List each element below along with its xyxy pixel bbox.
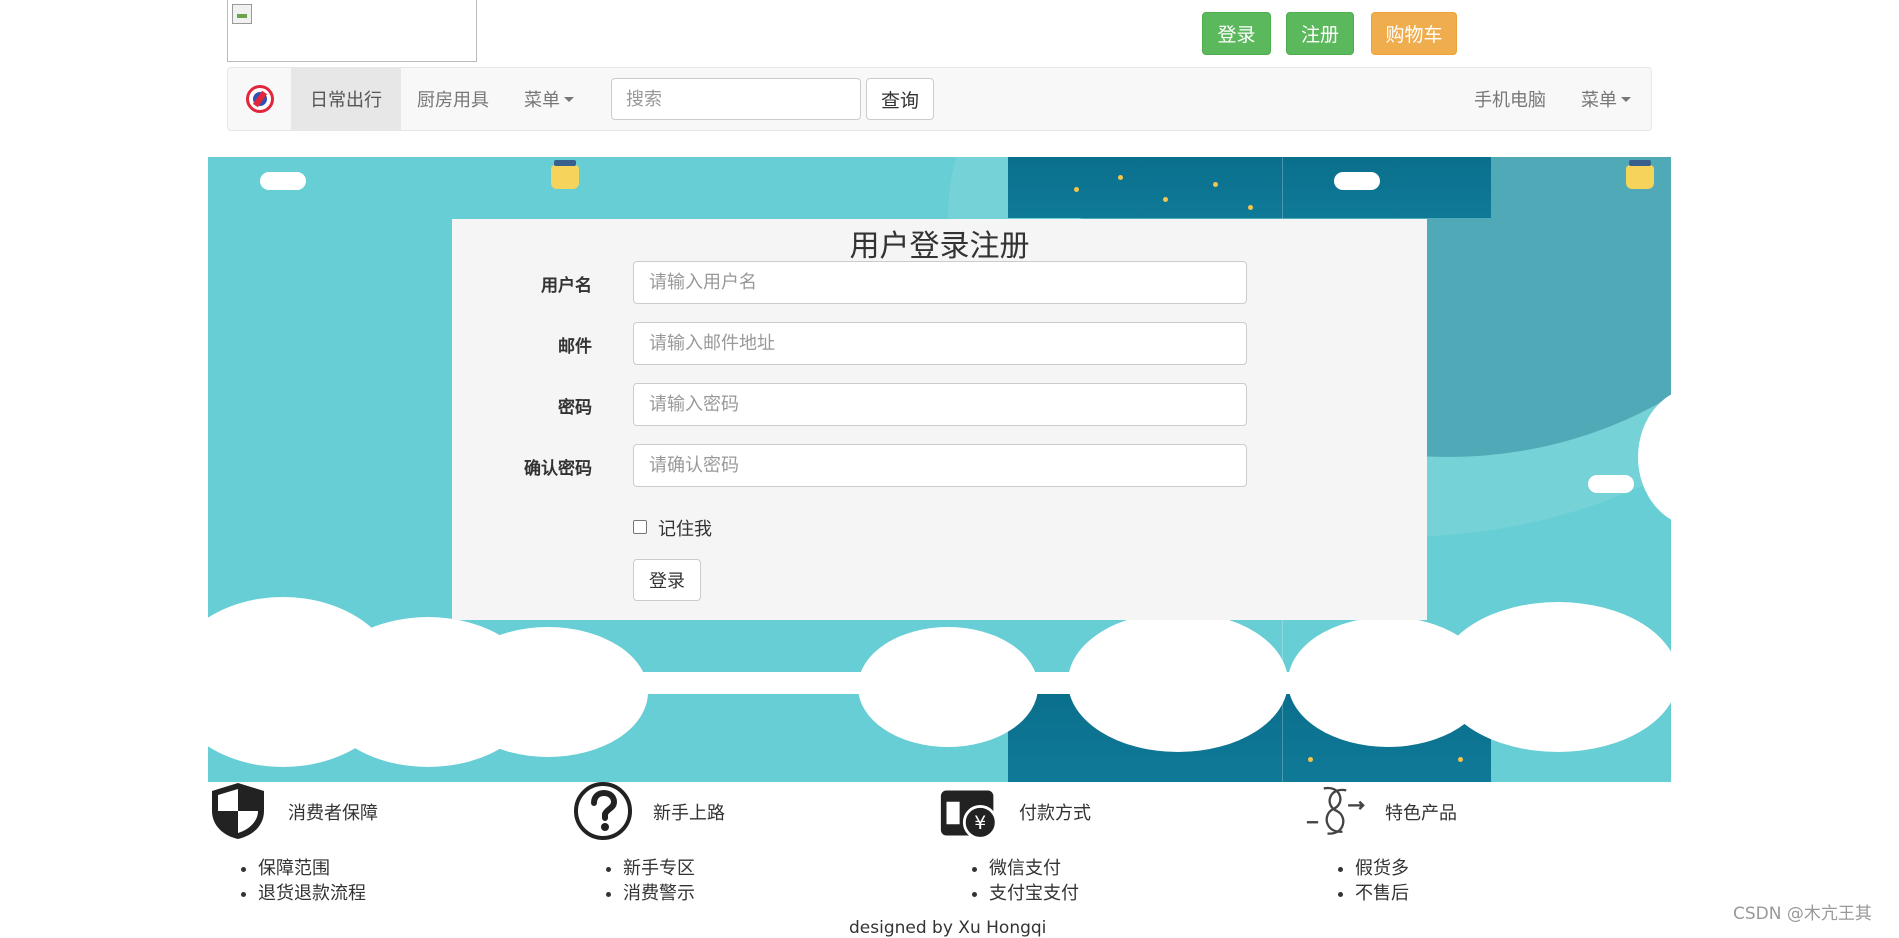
username-label: 用户名 <box>541 276 592 296</box>
shield-icon <box>212 783 264 839</box>
cloud-decoration <box>1588 475 1634 493</box>
star-decoration <box>1163 197 1168 202</box>
search-input[interactable] <box>611 78 861 120</box>
caret-down-icon <box>1621 96 1631 102</box>
nav-dropdown-label: 菜单 <box>524 90 560 111</box>
password-label: 密码 <box>558 398 592 418</box>
footer-list-consumer-protection: 保障范围 退货退款流程 <box>208 856 366 906</box>
watermark-text: CSDN @木亢王其 <box>1733 904 1872 924</box>
navbar: 日常出行 厨房用具 菜单 查询 手机电脑 菜单 <box>227 67 1652 131</box>
designed-by-text: designed by Xu Hongqi <box>849 918 1047 938</box>
star-decoration <box>1308 757 1313 762</box>
cloud-decoration <box>1334 172 1380 190</box>
logo-image[interactable] <box>227 0 477 62</box>
footer-title-beginners: 新手上路 <box>653 803 725 824</box>
special-product-icon <box>1306 786 1365 835</box>
star-decoration <box>1074 187 1079 192</box>
footer-list-special-products: 假货多 不售后 <box>1305 856 1409 906</box>
nav-right-dropdown-label: 菜单 <box>1581 90 1617 111</box>
cart-button[interactable]: 购物车 <box>1371 12 1457 55</box>
nav-item-phones-computers[interactable]: 手机电脑 <box>1455 68 1565 130</box>
payment-icon: ¥ <box>940 790 998 840</box>
cloud-decoration <box>260 172 306 190</box>
email-label: 邮件 <box>558 337 592 357</box>
username-input[interactable] <box>633 261 1247 304</box>
footer-title-payment: 付款方式 <box>1019 803 1091 824</box>
confirm-password-input[interactable] <box>633 444 1247 487</box>
svg-text:¥: ¥ <box>974 813 986 834</box>
caret-down-icon <box>564 96 574 102</box>
footer-link[interactable]: 新手专区 <box>623 856 695 881</box>
nav-item-daily-travel[interactable]: 日常出行 <box>291 68 401 130</box>
password-input[interactable] <box>633 383 1247 426</box>
nav-item-kitchen[interactable]: 厨房用具 <box>398 68 508 130</box>
footer-list-payment: 微信支付 支付宝支付 <box>939 856 1079 906</box>
crown-decoration <box>1626 160 1654 189</box>
footer-list-beginners: 新手专区 消费警示 <box>573 856 695 906</box>
form-login-button[interactable]: 登录 <box>633 559 701 601</box>
query-button[interactable]: 查询 <box>866 78 934 120</box>
footer-link[interactable]: 消费警示 <box>623 881 695 906</box>
nav-dropdown-menu[interactable]: 菜单 <box>505 68 593 130</box>
star-decoration <box>1213 182 1218 187</box>
broken-image-icon <box>232 4 252 24</box>
question-icon <box>574 782 632 840</box>
remember-me-label: 记住我 <box>658 519 712 540</box>
footer-link[interactable]: 不售后 <box>1355 881 1409 906</box>
form-title: 用户登录注册 <box>849 229 1030 264</box>
confirm-password-label: 确认密码 <box>524 459 592 479</box>
cloud-base <box>208 672 1671 694</box>
footer-title-consumer-protection: 消费者保障 <box>288 803 378 824</box>
footer-link[interactable]: 保障范围 <box>258 856 366 881</box>
top-login-button[interactable]: 登录 <box>1202 12 1271 55</box>
brand-logo-icon[interactable] <box>246 85 274 113</box>
footer-link[interactable]: 假货多 <box>1355 856 1409 881</box>
email-input[interactable] <box>633 322 1247 365</box>
footer-link[interactable]: 退货退款流程 <box>258 881 366 906</box>
top-register-button[interactable]: 注册 <box>1286 12 1354 55</box>
star-decoration <box>1458 757 1463 762</box>
footer-title-special-products: 特色产品 <box>1385 803 1457 824</box>
login-register-form: 用户登录注册 用户名 邮件 密码 确认密码 记住我 登录 <box>452 219 1427 620</box>
footer-link[interactable]: 微信支付 <box>989 856 1079 881</box>
nav-right-dropdown-menu[interactable]: 菜单 <box>1562 68 1650 130</box>
remember-me-checkbox[interactable] <box>633 520 647 534</box>
star-decoration <box>1118 175 1123 180</box>
footer-link[interactable]: 支付宝支付 <box>989 881 1079 906</box>
crown-decoration <box>551 160 579 189</box>
star-decoration <box>1248 205 1253 210</box>
